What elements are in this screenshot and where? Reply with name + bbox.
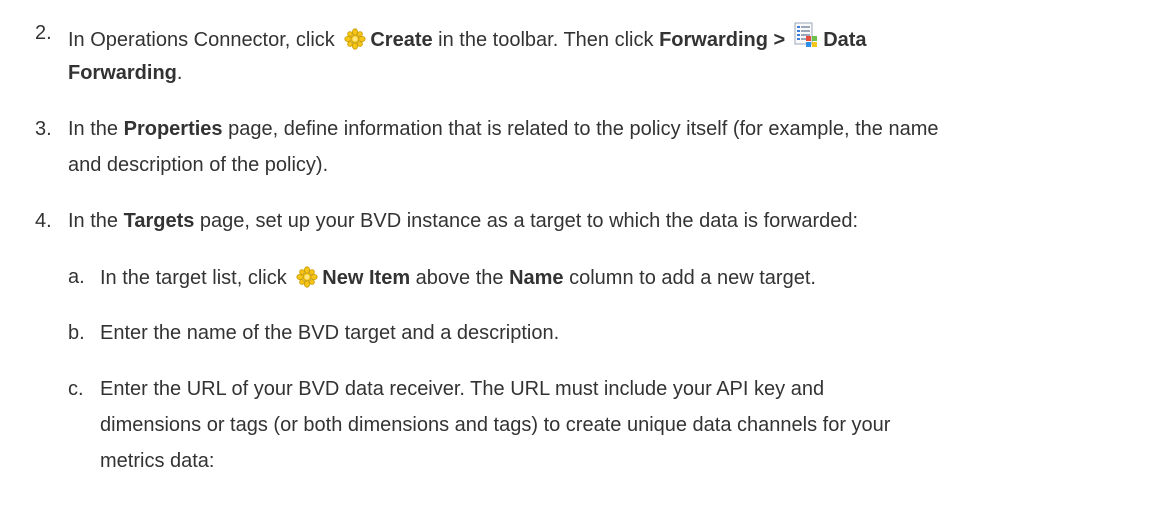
step-number: 3. xyxy=(35,118,52,140)
forwarding-label-2: Forwarding xyxy=(68,62,177,84)
step-2-line-1: In Operations Connector, click Create in… xyxy=(68,22,867,56)
substep-c-line-1: Enter the URL of your BVD data receiver.… xyxy=(100,378,825,400)
step-text: page, set up your BVD instance as a targ… xyxy=(194,210,859,232)
step-text: In the xyxy=(68,118,124,140)
step-text: In the target list, click xyxy=(100,267,293,289)
create-label: Create xyxy=(370,29,433,51)
step-text: . xyxy=(176,62,183,84)
substep-b-line-1: Enter the name of the BVD target and a d… xyxy=(100,322,559,345)
substep-letter: b. xyxy=(68,322,85,344)
step-text: Enter the name of the BVD target and a d… xyxy=(100,322,560,344)
substep-letter: a. xyxy=(68,266,85,288)
substep-c-line-2: dimensions or tags (or both dimensions a… xyxy=(100,414,891,436)
properties-label: Properties xyxy=(123,118,223,140)
substep-a-line-1: In the target list, click New Item above… xyxy=(100,266,816,294)
step-text: in the toolbar. Then click xyxy=(432,29,660,51)
create-star-icon xyxy=(344,28,366,56)
step-3-line-2: and description of the policy). xyxy=(68,154,328,177)
step-2-line-2: Forwarding. xyxy=(68,62,182,85)
step-number: 2. xyxy=(35,22,52,44)
substep-letter: c. xyxy=(68,378,84,400)
data-forwarding-icon xyxy=(793,22,819,54)
data-label: Data xyxy=(823,29,867,51)
name-column-label: Name xyxy=(509,267,564,289)
new-item-label: New Item xyxy=(322,267,411,289)
step-4-line-1: In the Targets page, set up your BVD ins… xyxy=(68,210,858,233)
step-3-line-1: In the Properties page, define informati… xyxy=(68,118,939,141)
targets-label: Targets xyxy=(123,210,195,232)
document-page: 2. In Operations Connector, click Create… xyxy=(0,0,1167,529)
forwarding-label: Forwarding > xyxy=(659,29,786,51)
step-text: In Operations Connector, click xyxy=(68,29,341,51)
step-text: column to add a new target. xyxy=(563,267,816,289)
substep-c-line-3: metrics data: xyxy=(100,450,215,472)
step-text: above the xyxy=(410,267,510,289)
step-text: page, define information that is related… xyxy=(222,118,939,140)
step-text: and description of the policy). xyxy=(68,154,329,176)
step-text: In the xyxy=(68,210,124,232)
step-number: 4. xyxy=(35,210,52,232)
new-item-star-icon xyxy=(296,266,318,294)
